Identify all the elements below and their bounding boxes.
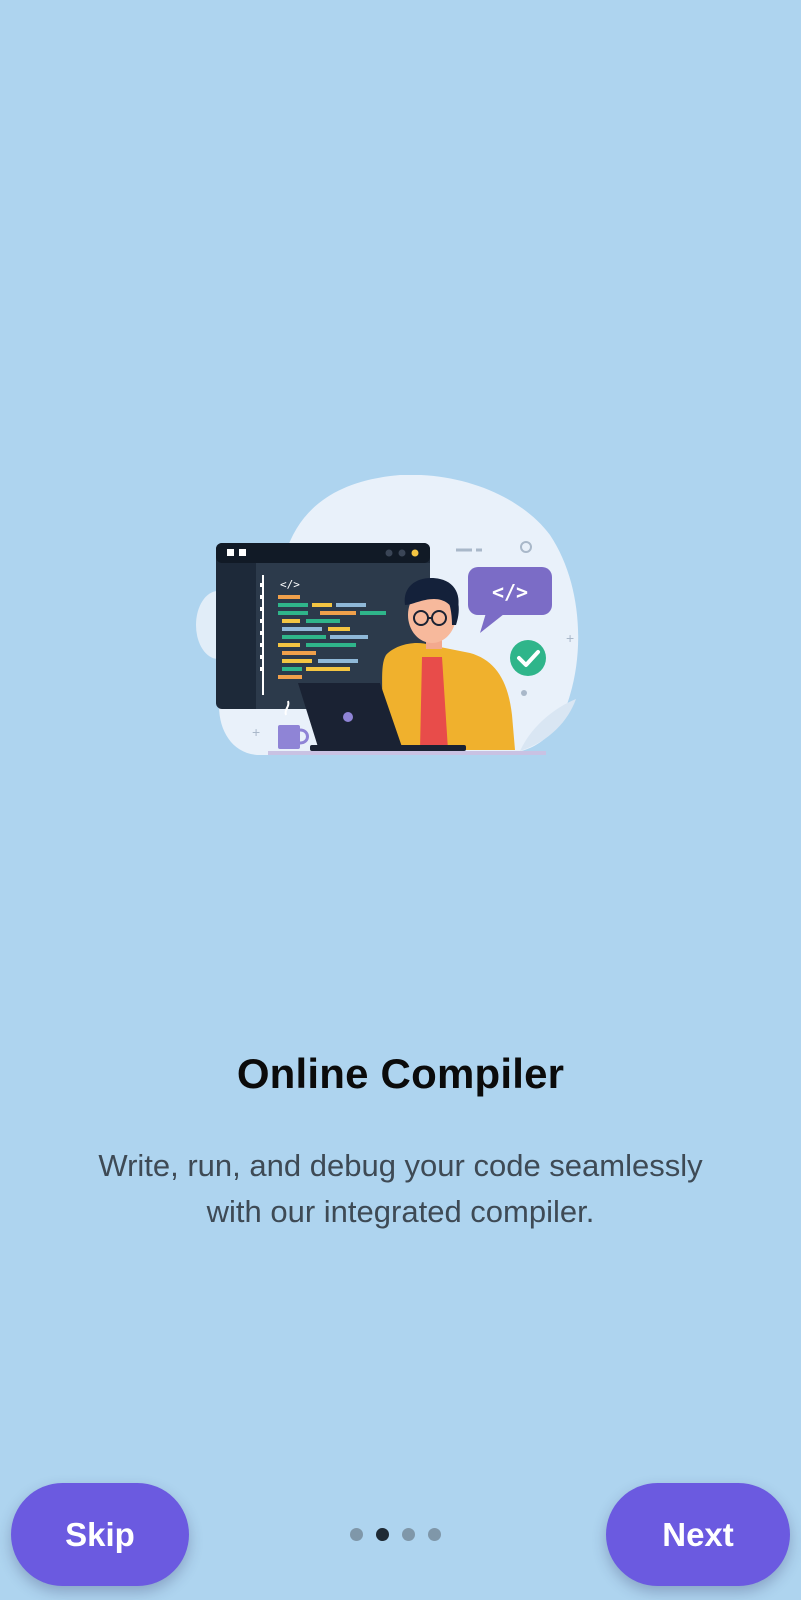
skip-button[interactable]: Skip — [11, 1483, 189, 1586]
desk — [268, 751, 546, 755]
page-dot — [350, 1527, 363, 1541]
description-line: Write, run, and debug your code seamless… — [98, 1148, 703, 1183]
page-description: Write, run, and debug your code seamless… — [40, 1143, 761, 1235]
svg-text:+: + — [566, 630, 574, 646]
developer-illustration: </> </> + + — [196, 475, 579, 755]
check-icon — [510, 640, 546, 676]
page-dot — [402, 1527, 415, 1541]
page-dot-active — [376, 1527, 389, 1541]
page-title: Online Compiler — [236, 1050, 565, 1097]
editor-code-tag: </> — [280, 578, 300, 591]
svg-text:+: + — [252, 724, 260, 740]
page-indicator — [350, 1527, 450, 1541]
svg-text:</>: </> — [492, 580, 528, 604]
page-dot — [428, 1527, 441, 1541]
onboarding-screen: </> </> + + Online Compiler Write, run, … — [0, 0, 801, 1600]
description-line: with our integrated compiler. — [206, 1194, 595, 1229]
next-button[interactable]: Next — [606, 1483, 790, 1586]
